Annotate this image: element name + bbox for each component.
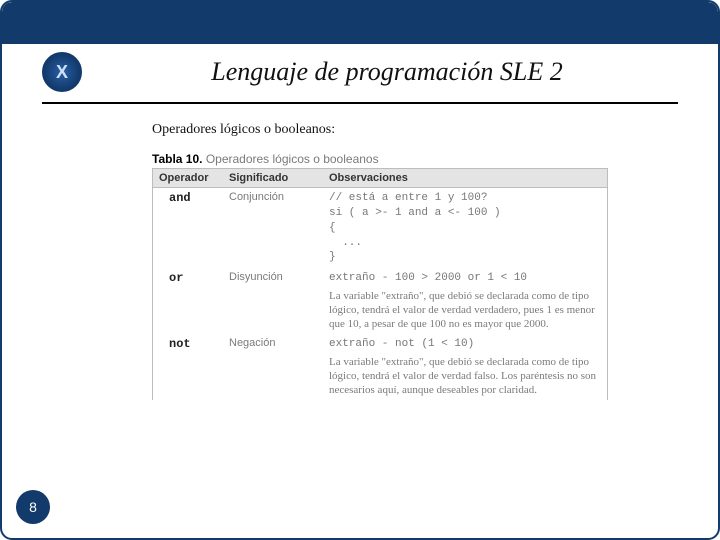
page-number-badge: 8 — [16, 490, 50, 524]
code-sample: extraño - 100 > 2000 or 1 < 10 — [329, 271, 601, 286]
table-caption: Tabla 10. Operadores lógicos o booleanos — [152, 152, 608, 166]
table-row: or Disyunción extraño - 100 > 2000 or 1 … — [153, 268, 607, 334]
content-area: Operadores lógicos o booleanos: Tabla 10… — [2, 104, 718, 400]
cell-operator: and — [153, 188, 223, 208]
cell-observaciones: // está a entre 1 y 100? si ( a >- 1 and… — [323, 188, 607, 268]
note-text: La variable "extraño", que debió se decl… — [329, 290, 601, 331]
note-text: La variable "extraño", que debió se decl… — [329, 356, 601, 397]
table-row: and Conjunción // está a entre 1 y 100? … — [153, 188, 607, 268]
table-header-row: Operador Significado Observaciones — [153, 169, 607, 188]
cell-significado: Conjunción — [223, 188, 323, 206]
title-row: X Lenguaje de programación SLE 2 — [2, 44, 718, 96]
slide: X Lenguaje de programación SLE 2 Operado… — [0, 0, 720, 540]
cell-operator: or — [153, 268, 223, 288]
table-label: Tabla 10. — [152, 152, 202, 166]
cell-significado: Negación — [223, 334, 323, 352]
code-sample: // está a entre 1 y 100? si ( a >- 1 and… — [329, 191, 601, 265]
col-header-significado: Significado — [223, 169, 323, 187]
table-caption-text: Operadores lógicos o booleanos — [206, 152, 379, 166]
section-subtitle: Operadores lógicos o booleanos: — [152, 122, 608, 138]
top-bar — [2, 2, 718, 44]
col-header-observaciones: Observaciones — [323, 169, 607, 187]
logo-icon: X — [42, 52, 82, 92]
page-title: Lenguaje de programación SLE 2 — [96, 57, 678, 87]
cell-observaciones: extraño - not (1 < 10) La variable "extr… — [323, 334, 607, 400]
cell-significado: Disyunción — [223, 268, 323, 286]
table-row: not Negación extraño - not (1 < 10) La v… — [153, 334, 607, 400]
cell-operator: not — [153, 334, 223, 354]
operators-table: Operador Significado Observaciones and C… — [152, 168, 608, 400]
cell-observaciones: extraño - 100 > 2000 or 1 < 10 La variab… — [323, 268, 607, 334]
code-sample: extraño - not (1 < 10) — [329, 337, 601, 352]
col-header-operator: Operador — [153, 169, 223, 187]
